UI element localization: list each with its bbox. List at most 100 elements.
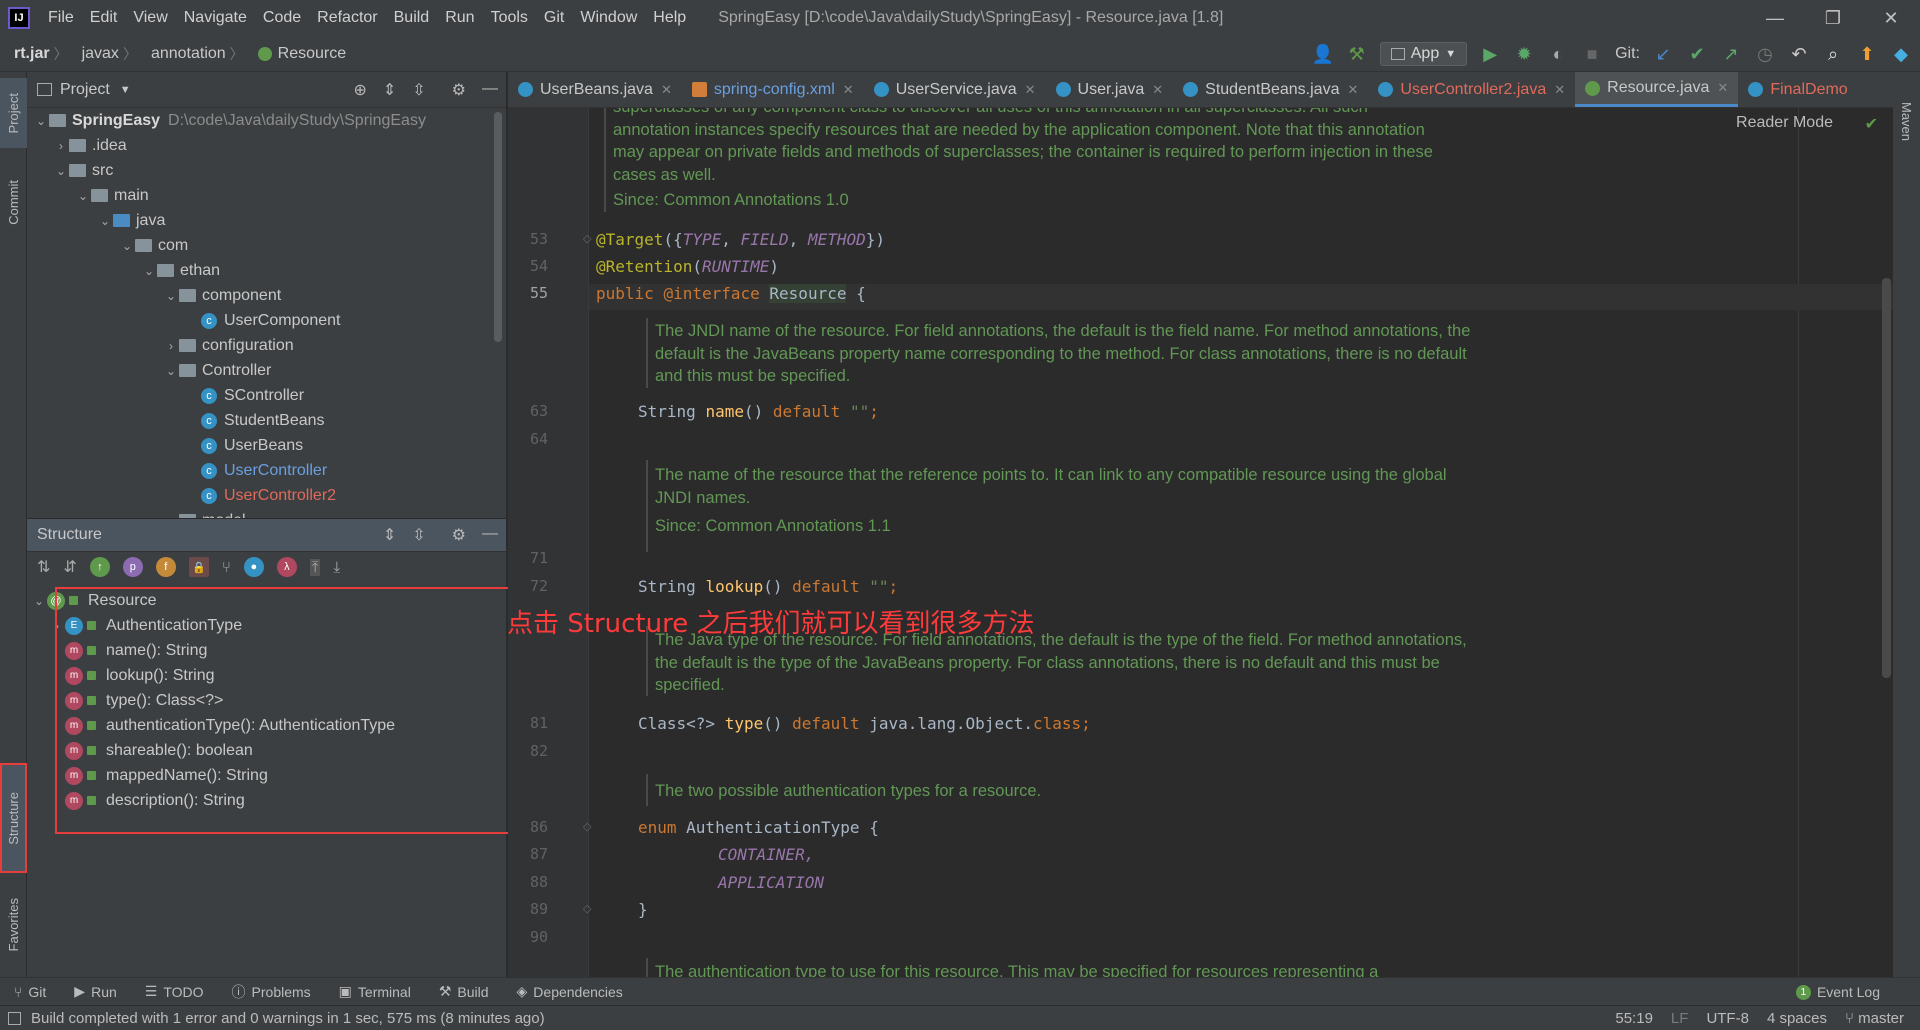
- tool-problems[interactable]: ⓘ Problems: [218, 982, 325, 1002]
- tree-item-userbeans[interactable]: c UserBeans: [27, 433, 506, 458]
- breadcrumb-javax[interactable]: javax: [68, 45, 123, 63]
- show-properties-icon[interactable]: p: [122, 557, 143, 577]
- tab-structure[interactable]: Structure: [0, 763, 27, 873]
- menu-build[interactable]: Build: [386, 0, 438, 36]
- show-non-public-icon[interactable]: 🔒: [188, 557, 209, 577]
- tab-userservice[interactable]: UserService.java ✕: [864, 72, 1046, 107]
- status-square-icon[interactable]: [8, 1011, 21, 1025]
- tool-git[interactable]: ⑂ Git: [0, 984, 60, 1000]
- project-scrollbar[interactable]: [494, 112, 502, 342]
- restore-button[interactable]: ❐: [1804, 0, 1862, 36]
- fold-marker-icon[interactable]: ◇: [583, 902, 591, 915]
- expand-all-icon[interactable]: ⇕: [383, 525, 396, 545]
- show-fields-icon[interactable]: f: [155, 557, 176, 577]
- tab-user[interactable]: User.java ✕: [1046, 72, 1174, 107]
- collapse-all-icon[interactable]: ⇳: [412, 525, 425, 545]
- git-push-icon[interactable]: ↗: [1720, 44, 1742, 65]
- event-log-button[interactable]: 1 Event Log: [1795, 978, 1880, 1006]
- tool-run[interactable]: ▶ Run: [60, 983, 130, 1000]
- menu-navigate[interactable]: Navigate: [176, 0, 255, 36]
- tool-build[interactable]: ⚒ Build: [425, 983, 503, 1000]
- menu-git[interactable]: Git: [536, 0, 572, 36]
- build-hammer-icon[interactable]: ⚒: [1346, 44, 1368, 65]
- status-message[interactable]: Build completed with 1 error and 0 warni…: [31, 1010, 545, 1027]
- fold-marker-icon[interactable]: ◇: [583, 232, 591, 245]
- file-encoding[interactable]: UTF-8: [1706, 1010, 1749, 1027]
- tree-item-java[interactable]: ⌄ java: [27, 208, 506, 233]
- menu-run[interactable]: Run: [437, 0, 482, 36]
- tool-todo[interactable]: ☰ TODO: [131, 983, 218, 1000]
- chevron-down-icon[interactable]: ▼: [120, 84, 131, 96]
- close-icon[interactable]: ✕: [661, 82, 672, 98]
- close-window-button[interactable]: ✕: [1862, 0, 1920, 36]
- show-lambdas-icon[interactable]: ⑂: [222, 559, 231, 576]
- tree-item-ethan[interactable]: ⌄ ethan: [27, 258, 506, 283]
- project-panel-title[interactable]: Project: [60, 81, 110, 99]
- close-icon[interactable]: ✕: [843, 82, 854, 98]
- autoscroll-from-source-icon[interactable]: ⤓: [333, 559, 340, 576]
- tab-project[interactable]: Project: [0, 78, 27, 148]
- tab-usercontroller2[interactable]: UserController2.java ✕: [1368, 72, 1575, 107]
- sort-alpha-icon[interactable]: ⇵: [63, 557, 76, 577]
- tab-commit[interactable]: Commit: [0, 162, 27, 242]
- gear-icon[interactable]: ⚙: [452, 525, 466, 545]
- show-lambda-icon[interactable]: λ: [276, 557, 297, 577]
- tree-item-scontroller[interactable]: c SController: [27, 383, 506, 408]
- show-anonymous-icon[interactable]: ●: [243, 557, 264, 577]
- tab-finaldemo[interactable]: FinalDemo: [1738, 72, 1857, 107]
- tab-spring-config[interactable]: spring-config.xml ✕: [682, 72, 864, 107]
- tree-item-src[interactable]: ⌄ src: [27, 158, 506, 183]
- update-icon[interactable]: ⬆: [1856, 44, 1878, 65]
- tab-maven[interactable]: Maven: [1893, 82, 1920, 162]
- breadcrumb-annotation[interactable]: annotation: [137, 45, 230, 63]
- tree-item-model[interactable]: › model: [27, 508, 506, 518]
- menu-help[interactable]: Help: [645, 0, 694, 36]
- menu-tools[interactable]: Tools: [483, 0, 536, 36]
- hide-icon[interactable]: —: [482, 525, 498, 545]
- hide-icon[interactable]: —: [482, 80, 498, 100]
- tree-item-controller[interactable]: ⌄ Controller: [27, 358, 506, 383]
- tree-item-com[interactable]: ⌄ com: [27, 233, 506, 258]
- run-icon[interactable]: ▶: [1479, 44, 1501, 65]
- menu-refactor[interactable]: Refactor: [309, 0, 385, 36]
- reader-mode-toggle[interactable]: Reader Mode: [1736, 114, 1833, 132]
- history-icon[interactable]: ◷: [1754, 44, 1776, 65]
- tool-dependencies[interactable]: ◈ Dependencies: [503, 983, 637, 1000]
- git-update-icon[interactable]: ↙: [1652, 44, 1674, 65]
- stop-icon[interactable]: ■: [1581, 44, 1603, 65]
- tree-item-configuration[interactable]: › configuration: [27, 333, 506, 358]
- coverage-icon[interactable]: ◐: [1547, 44, 1569, 65]
- indent-setting[interactable]: 4 spaces: [1767, 1010, 1827, 1027]
- close-icon[interactable]: ✕: [1152, 82, 1163, 98]
- editor-scrollbar[interactable]: [1882, 278, 1891, 678]
- menu-view[interactable]: View: [125, 0, 175, 36]
- close-icon[interactable]: ✕: [1554, 82, 1565, 98]
- code-editor[interactable]: Reader Mode ✔ superclasses of any compon…: [508, 108, 1893, 977]
- tree-root-springeasy[interactable]: ⌄ SpringEasy D:\code\Java\dailyStudy\Sprin…: [27, 108, 506, 133]
- rollback-icon[interactable]: ↶: [1788, 44, 1810, 65]
- sort-visibility-icon[interactable]: ⇅: [37, 557, 50, 577]
- git-commit-icon[interactable]: ✔: [1686, 44, 1708, 65]
- tree-item-usercontroller[interactable]: c UserController: [27, 458, 506, 483]
- show-inherited-icon[interactable]: ↑: [89, 557, 110, 577]
- tab-userbeans[interactable]: UserBeans.java ✕: [508, 72, 682, 107]
- tool-terminal[interactable]: ▣ Terminal: [325, 983, 425, 1000]
- tab-studentbeans[interactable]: StudentBeans.java ✕: [1173, 72, 1368, 107]
- line-separator[interactable]: LF: [1671, 1010, 1689, 1027]
- toolbox-icon[interactable]: ◆: [1890, 44, 1912, 65]
- breadcrumb-rtjar[interactable]: rt.jar: [0, 45, 54, 63]
- tree-item-main[interactable]: ⌄ main: [27, 183, 506, 208]
- search-icon[interactable]: ⌕: [1822, 44, 1844, 65]
- menu-window[interactable]: Window: [572, 0, 645, 36]
- close-icon[interactable]: ✕: [1025, 82, 1036, 98]
- tree-item-studentbeans[interactable]: c StudentBeans: [27, 408, 506, 433]
- git-branch[interactable]: ⑂ master: [1845, 1010, 1904, 1027]
- tree-item-idea[interactable]: › .idea: [27, 133, 506, 158]
- autoscroll-to-source-icon[interactable]: ⤒: [309, 558, 321, 576]
- user-icon[interactable]: 👤: [1312, 44, 1334, 65]
- gear-icon[interactable]: ⚙: [452, 80, 466, 100]
- tree-item-component[interactable]: ⌄ component: [27, 283, 506, 308]
- menu-code[interactable]: Code: [255, 0, 309, 36]
- fold-marker-icon[interactable]: ◇: [583, 820, 591, 833]
- close-icon[interactable]: ✕: [1717, 80, 1728, 96]
